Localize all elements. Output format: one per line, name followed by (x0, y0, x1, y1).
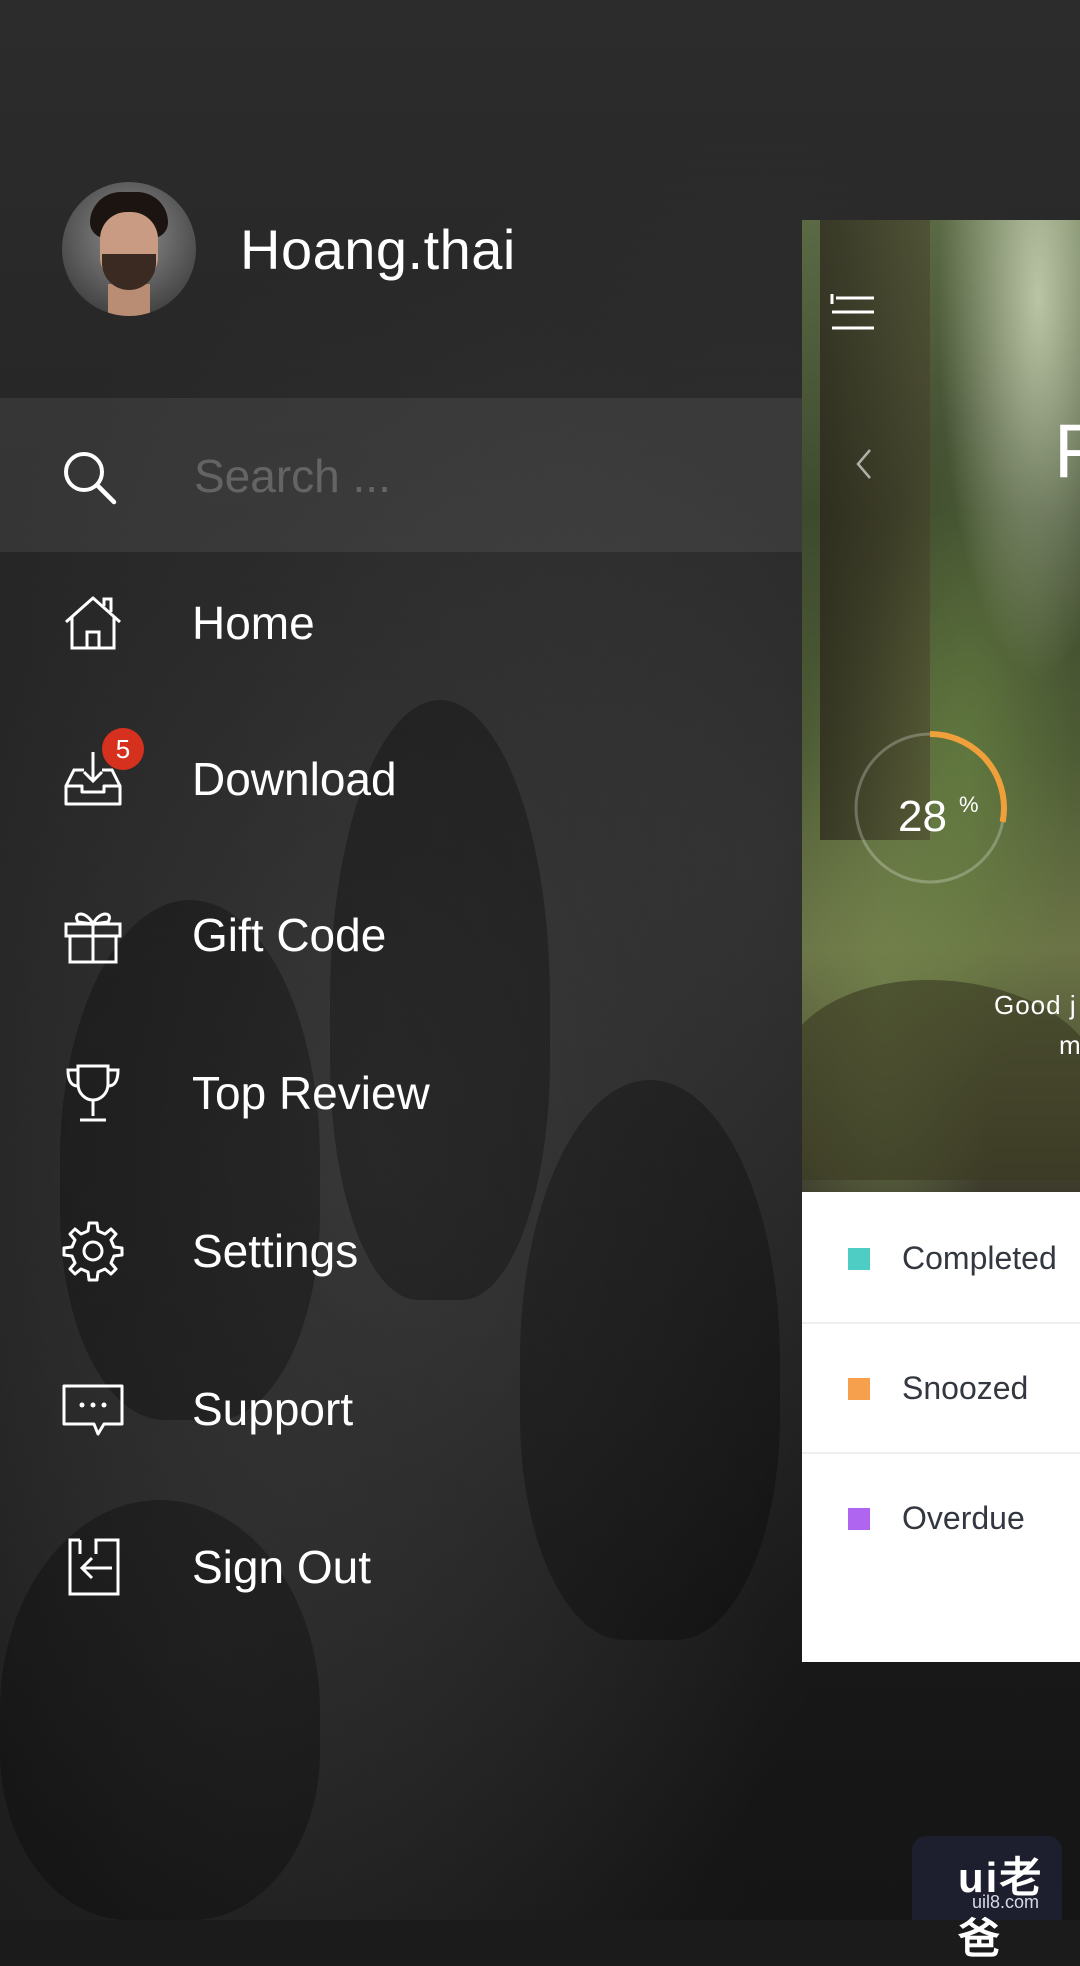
status-legend: Completed Snoozed Overdue (802, 1192, 1080, 1662)
chevron-left-icon[interactable] (854, 444, 874, 484)
trophy-icon (66, 1064, 120, 1122)
menu-label-home: Home (192, 597, 315, 649)
download-count-badge: 5 (102, 728, 144, 770)
hero-forest-image: F 28 % Good j m (802, 220, 1080, 1192)
legend-row-snoozed[interactable]: Snoozed (802, 1322, 1080, 1454)
menu-label-gift-code: Gift Code (192, 909, 387, 961)
search-icon[interactable] (60, 448, 120, 508)
legend-row-completed[interactable]: Completed (802, 1192, 1080, 1324)
progress-value: 28 (898, 792, 947, 841)
menu-label-top-review: Top Review (192, 1067, 430, 1119)
navigation-drawer: Hoang.thai Home 5 (0, 0, 802, 1920)
screen-title: F (1054, 409, 1080, 494)
legend-swatch-completed (848, 1248, 870, 1270)
search-input[interactable] (192, 438, 756, 514)
search-bar[interactable] (0, 398, 802, 552)
menu-label-download: Download (192, 753, 397, 805)
menu-item-settings[interactable]: Settings (0, 1188, 802, 1318)
menu-item-top-review[interactable]: Top Review (0, 1030, 802, 1160)
main-screen-preview[interactable]: F 28 % Good j m Completed Snoozed Overdu… (802, 220, 1080, 1662)
gear-icon (62, 1221, 124, 1282)
menu-item-support[interactable]: Support (0, 1346, 802, 1476)
profile-header[interactable]: Hoang.thai (62, 182, 516, 316)
chat-icon (62, 1384, 124, 1436)
greeting-line-1: Good j (994, 990, 1077, 1020)
legend-swatch-overdue (848, 1508, 870, 1530)
menu-item-home[interactable]: Home (0, 560, 802, 690)
menu-item-download[interactable]: 5 Download (0, 716, 802, 846)
menu-toggle-icon[interactable] (830, 292, 878, 336)
legend-label-snoozed: Snoozed (902, 1370, 1029, 1406)
watermark-url: uil8.com (972, 1892, 1040, 1912)
legend-label-completed: Completed (902, 1240, 1057, 1276)
menu-item-gift-code[interactable]: Gift Code (0, 872, 802, 1002)
legend-label-overdue: Overdue (902, 1500, 1025, 1536)
gift-icon (64, 912, 122, 964)
menu-label-settings: Settings (192, 1225, 359, 1277)
watermark-logo: ui老爸 uil8.com (912, 1836, 1062, 1962)
menu-label-sign-out: Sign Out (192, 1541, 371, 1593)
progress-unit: % (959, 792, 979, 817)
greeting-line-2: m (1059, 1030, 1080, 1060)
menu-item-sign-out[interactable]: Sign Out (0, 1504, 802, 1634)
avatar[interactable] (62, 182, 196, 316)
legend-swatch-snoozed (848, 1378, 870, 1400)
home-icon (65, 596, 121, 650)
legend-row-overdue[interactable]: Overdue (802, 1452, 1080, 1582)
menu-label-support: Support (192, 1383, 354, 1435)
username: Hoang.thai (240, 217, 516, 281)
sign-out-icon (68, 1538, 120, 1596)
